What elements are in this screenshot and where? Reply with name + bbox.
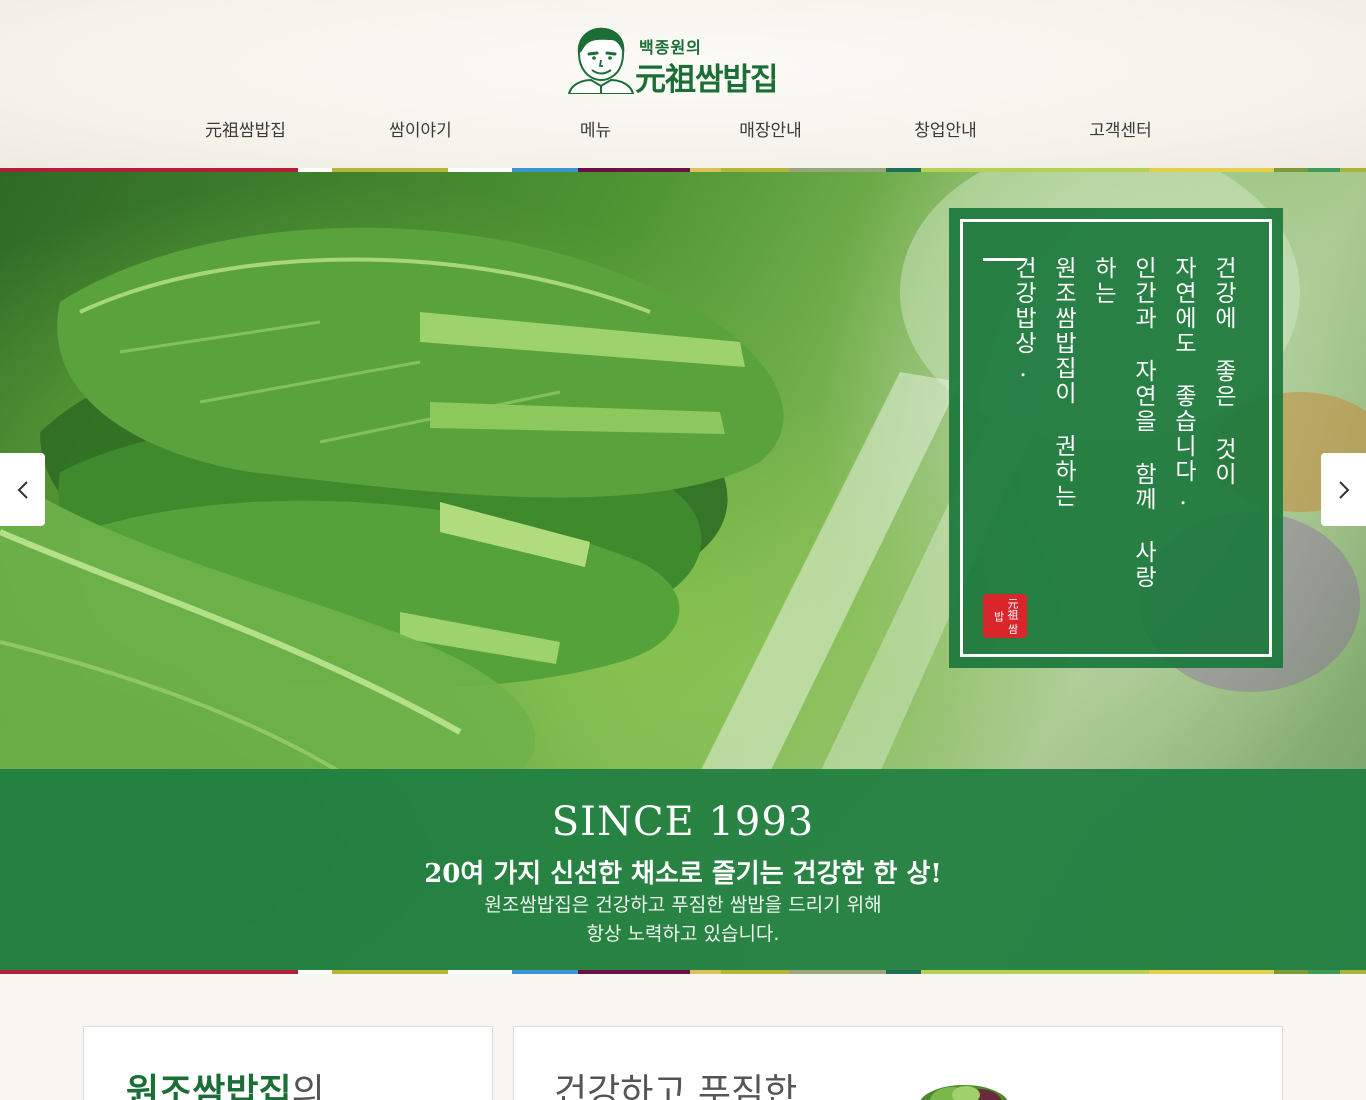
quote-line: 건강밥상.: [1010, 256, 1036, 384]
strip-segment: [1339, 970, 1366, 974]
founder-portrait-icon: [567, 27, 635, 94]
hero-slider: 건강에 좋은 것이 자연에도 좋습니다. 인간과 자연을 함께 사랑하는 원조쌈…: [0, 172, 1366, 972]
feature-card-title: 건강하고 푸짐한: [554, 1072, 798, 1100]
since-heading: SINCE 1993: [551, 799, 815, 845]
strip-segment: [298, 970, 332, 974]
strip-segment: [886, 970, 921, 974]
quote-line: 원조쌈밥집이 권하는: [1050, 256, 1076, 509]
intro-title-suffix: 의: [291, 1072, 325, 1100]
hero-quote-box: 건강에 좋은 것이 자연에도 좋습니다. 인간과 자연을 함께 사랑하는 원조쌈…: [949, 208, 1283, 668]
strip-segment: [1148, 970, 1274, 974]
slider-prev-button[interactable]: [0, 453, 45, 526]
hero-desc-line: 원조쌈밥집은 건강하고 푸짐한 쌈밥을 드리기 위해: [484, 894, 882, 916]
main-nav: 元祖쌈밥집 쌈이야기 메뉴 매장안내 창업안내 고객센터: [158, 118, 1208, 144]
strip-segment: [512, 970, 578, 974]
strip-segment: [0, 970, 299, 974]
nav-item-franchise[interactable]: 창업안내: [858, 118, 1033, 144]
hero-desc-line: 항상 노력하고 있습니다.: [586, 923, 780, 945]
nav-item-stores[interactable]: 매장안내: [683, 118, 858, 144]
hero-caption-band: SINCE 1993 20여 가지 신선한 채소로 즐기는 건강한 한 상! 원…: [0, 769, 1366, 972]
nav-item-customer-center[interactable]: 고객센터: [1033, 118, 1208, 144]
site-header: 백종원의 元祖쌈밥집 元祖쌈밥집 쌈이야기 메뉴 매장안내 창업안내 고객센터: [0, 0, 1366, 168]
chevron-right-icon: [1338, 480, 1349, 499]
slider-next-button[interactable]: [1321, 453, 1366, 526]
strip-segment: [577, 970, 690, 974]
strip-segment: [448, 970, 513, 974]
strip-segment: [789, 970, 887, 974]
strip-segment: [721, 970, 790, 974]
seal-text: 元祖 쌈밥: [992, 597, 1019, 635]
hero-quote-frame: 건강에 좋은 것이 자연에도 좋습니다. 인간과 자연을 함께 사랑하는 원조쌈…: [960, 219, 1272, 657]
quote-line: 인간과 자연을 함께 사랑하는: [1090, 256, 1156, 590]
hero-quote: 건강에 좋은 것이 자연에도 좋습니다. 인간과 자연을 함께 사랑하는 원조쌈…: [1003, 256, 1243, 596]
strip-segment: [331, 970, 449, 974]
intro-title-brand: 원조쌈밥집: [126, 1071, 292, 1100]
nav-item-menu[interactable]: 메뉴: [508, 118, 683, 144]
hero-headline: 20여 가지 신선한 채소로 즐기는 건강한 한 상!: [424, 859, 942, 889]
strip-segment: [689, 970, 722, 974]
strip-segment: [1273, 970, 1309, 974]
brand-name: 元祖쌈밥집: [635, 62, 779, 98]
nav-item-wonjo[interactable]: 元祖쌈밥집: [158, 118, 333, 144]
quote-line: 건강에 좋은 것이: [1210, 256, 1236, 487]
brand-logo[interactable]: 백종원의 元祖쌈밥집: [567, 24, 802, 98]
red-seal-stamp: 元祖 쌈밥: [983, 594, 1027, 638]
salad-image: [920, 1085, 1008, 1100]
feature-card: 건강하고 푸짐한: [513, 1026, 1283, 1100]
quote-line: 자연에도 좋습니다.: [1170, 256, 1196, 512]
strip-segment: [920, 970, 1149, 974]
strip-segment: [1308, 970, 1340, 974]
chevron-left-icon: [17, 480, 28, 499]
intro-card: 원조쌈밥집의: [83, 1026, 493, 1100]
hero-description: 원조쌈밥집은 건강하고 푸짐한 쌈밥을 드리기 위해 항상 노력하고 있습니다.: [0, 891, 1366, 949]
hero-color-strip: [0, 970, 1366, 974]
intro-card-title: 원조쌈밥집의: [126, 1063, 325, 1100]
nav-item-ssam-story[interactable]: 쌈이야기: [333, 118, 508, 144]
